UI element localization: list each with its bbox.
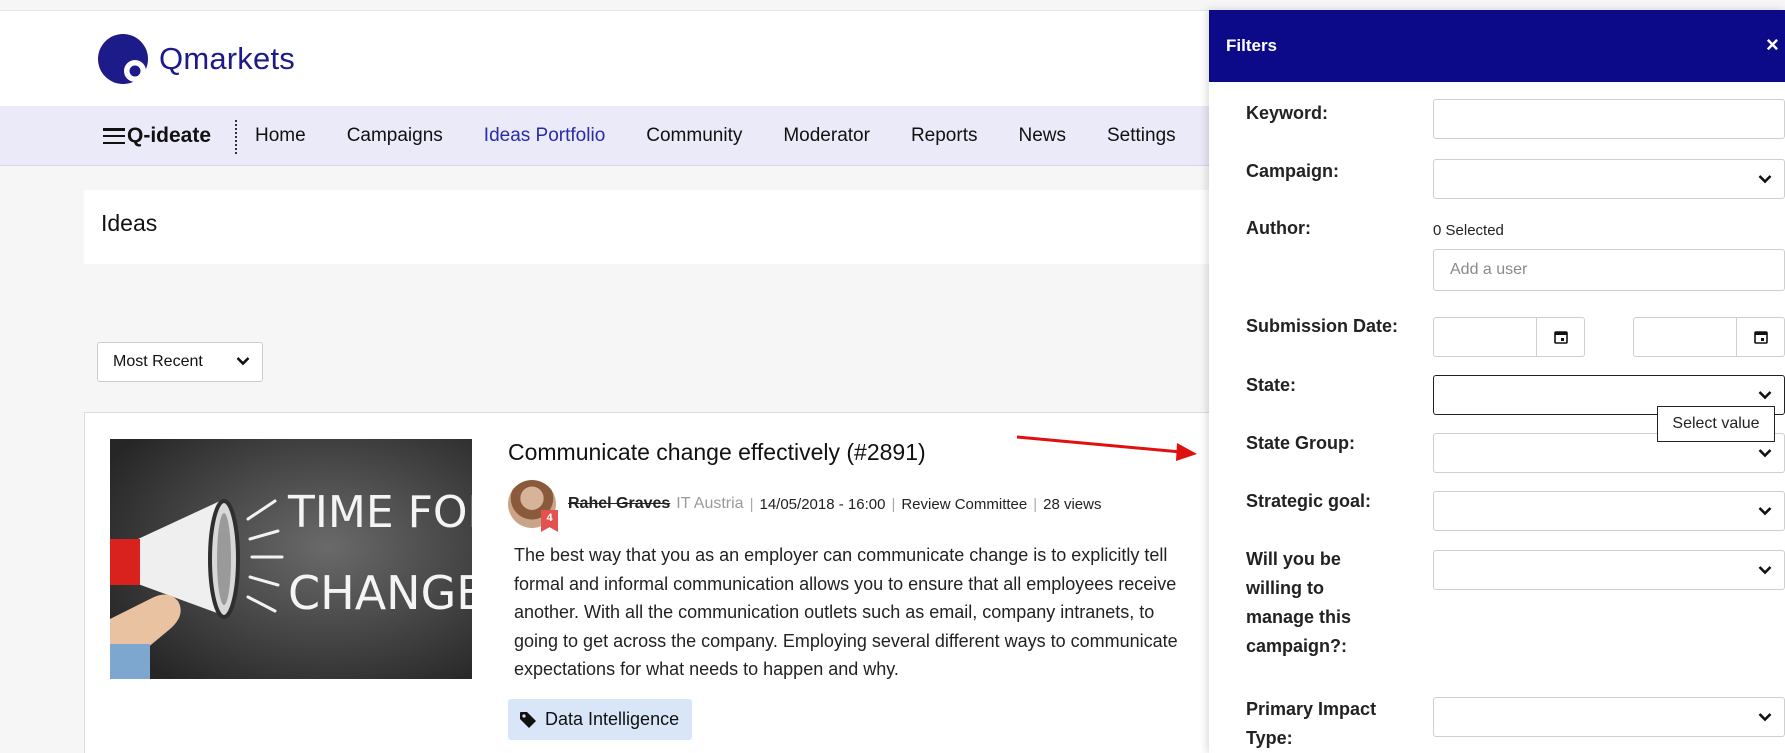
calendar-button[interactable] [1536, 318, 1584, 356]
chevron-down-icon [1758, 449, 1772, 458]
author-selected-count: 0 Selected [1433, 222, 1504, 239]
select-value-tooltip: Select value [1657, 406, 1775, 442]
logo-text: Qmarkets [159, 41, 295, 76]
willing-label-line: manage this [1246, 607, 1352, 627]
idea-stage: Review Committee [901, 495, 1028, 513]
qmarkets-logo-icon [98, 34, 148, 84]
nav-divider [235, 120, 237, 154]
state-group-label: State Group: [1246, 433, 1356, 453]
nav-item-ideas-portfolio[interactable]: Ideas Portfolio [484, 125, 605, 147]
annotation-arrow-icon [1016, 435, 1197, 461]
megaphone-illustration: TIME FOR CHANGE [110, 439, 472, 679]
qmarkets-logo[interactable]: Qmarkets [97, 33, 295, 85]
page-title: Ideas [101, 210, 158, 236]
description-line: another. With all the communication outl… [514, 602, 1155, 622]
idea-meta: 4 Rahel Graves IT Austria | 14/05/2018 -… [508, 479, 1102, 532]
chevron-down-icon [1758, 391, 1772, 400]
chevron-down-icon [1758, 566, 1772, 575]
submission-date-label: Submission Date: [1246, 316, 1399, 336]
willing-select[interactable] [1433, 550, 1785, 590]
category-tag[interactable]: Data Intelligence [508, 699, 693, 740]
nav-brand-label: Q-ideate [127, 124, 212, 147]
description-line: expectations for what needs to happen an… [514, 659, 899, 679]
chevron-down-icon [236, 357, 250, 366]
nav-item-community[interactable]: Community [646, 125, 742, 147]
calendar-icon [1753, 331, 1768, 344]
date-to-input[interactable] [1633, 317, 1785, 357]
campaign-label: Campaign: [1246, 161, 1340, 181]
chevron-down-icon [1758, 175, 1772, 184]
date-from-input[interactable] [1433, 317, 1585, 357]
category-tag-label: Data Intelligence [545, 709, 680, 729]
author-org: IT Austria [676, 495, 744, 512]
impact-type-select[interactable] [1433, 697, 1785, 737]
nav-brand[interactable]: Q-ideate [103, 106, 211, 166]
close-icon[interactable]: × [1766, 32, 1779, 58]
willing-label-line: Will you be [1246, 549, 1341, 569]
keyword-input[interactable] [1433, 99, 1785, 139]
impact-label-line: Type: [1246, 728, 1293, 748]
description-line: formal and informal communication allows… [514, 573, 1177, 594]
idea-description: The best way that you as an employer can… [514, 541, 1214, 684]
image-text-line-1: TIME FOR [287, 487, 472, 538]
filters-panel: Filters × Keyword: Campaign: Author: 0 S… [1209, 10, 1785, 753]
description-line: going to get across the company. Employi… [514, 630, 1178, 651]
idea-title[interactable]: Communicate change effectively (#2891) [508, 439, 926, 466]
tag-icon [520, 711, 536, 728]
calendar-button[interactable] [1736, 318, 1784, 356]
author-input[interactable] [1433, 249, 1785, 291]
keyword-label: Keyword: [1246, 103, 1329, 123]
strategic-goal-label: Strategic goal: [1246, 491, 1372, 511]
willing-label: Will you be willing to manage this campa… [1246, 545, 1351, 661]
ideas-header-box: Ideas [84, 190, 1214, 264]
idea-date: 14/05/2018 - 16:00 [759, 495, 886, 513]
campaign-select[interactable] [1433, 159, 1785, 199]
sort-select[interactable]: Most Recent [97, 342, 263, 382]
description-line: The best way that you as an employer can… [514, 545, 1168, 565]
chevron-down-icon [1758, 507, 1772, 516]
image-text-line-2: CHANGE [288, 566, 472, 620]
nav-item-news[interactable]: News [1018, 125, 1066, 147]
meta-separator: | [1033, 495, 1038, 513]
impact-type-label: Primary Impact Type: [1246, 695, 1376, 753]
nav-item-moderator[interactable]: Moderator [783, 125, 870, 147]
idea-image[interactable]: TIME FOR CHANGE [110, 439, 472, 679]
nav-item-campaigns[interactable]: Campaigns [347, 125, 443, 147]
author-label: Author: [1246, 218, 1311, 238]
avatar[interactable]: 4 [508, 480, 558, 532]
state-label: State: [1246, 375, 1297, 395]
willing-label-line: campaign?: [1246, 636, 1348, 656]
nav-item-reports[interactable]: Reports [911, 125, 978, 147]
impact-label-line: Primary Impact [1246, 699, 1377, 719]
strategic-goal-select[interactable] [1433, 491, 1785, 531]
nav-item-home[interactable]: Home [255, 125, 306, 147]
rank-badge: 4 [541, 510, 558, 532]
sort-selected-value: Most Recent [113, 353, 203, 370]
nav-item-settings[interactable]: Settings [1107, 125, 1176, 147]
hamburger-icon[interactable] [103, 128, 125, 144]
author-name[interactable]: Rahel Graves [568, 495, 670, 513]
calendar-icon [1553, 331, 1568, 344]
idea-views: 28 views [1043, 495, 1102, 513]
meta-separator: | [891, 495, 896, 513]
meta-separator: | [749, 495, 754, 513]
filters-title: Filters [1226, 36, 1278, 55]
filters-header: Filters × [1209, 10, 1785, 82]
nav-items: Home Campaigns Ideas Portfolio Community… [255, 106, 1217, 166]
willing-label-line: willing to [1246, 578, 1324, 598]
chevron-down-icon [1758, 713, 1772, 722]
